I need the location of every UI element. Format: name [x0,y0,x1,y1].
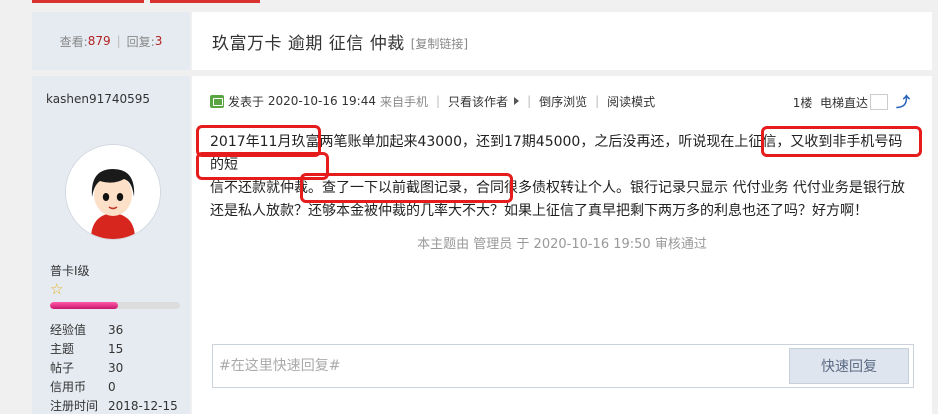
replies-label: 回复: [126,34,155,49]
user-rank: 普卡I级 [50,264,90,278]
audit-notice: 本主题由 管理员 于 2020-10-16 19:50 审核通过 [417,237,707,252]
stat-exp: 经验值 36 [50,323,124,337]
quick-reply-box: 快速回复 [212,344,914,388]
views-label: 查看: [59,34,88,49]
author-panel: kashen91740595 普卡I级 ☆ 经验值 36 主题 15 帖子 30 信用… [32,76,190,414]
post-icon [210,94,224,108]
stat-register-date: 注册时间 2018-12-15 [50,399,178,413]
star-icon: ☆ [50,280,64,298]
top-tab-1[interactable] [32,0,144,3]
top-tab-2[interactable] [150,0,260,3]
avatar-image [66,145,160,239]
author-name[interactable]: kashen91740595 [46,92,150,106]
floor-jump-input[interactable] [870,94,888,110]
replies-count: 3 [154,34,163,48]
views-count: 879 [87,34,111,48]
post-meta: 发表于 2020-10-16 19:44 来自手机 | 只看该作者 | 倒序浏览… [210,92,910,112]
floor-number: 1楼 [792,95,813,110]
floor-nav: 1楼 电梯直达 ⤴ [793,92,910,112]
post-body: 发表于 2020-10-16 19:44 来自手机 | 只看该作者 | 倒序浏览… [192,76,932,414]
posted-prefix: 发表于 [228,94,265,109]
quick-reply-input[interactable] [217,345,791,387]
thread-title: 玖富万卡 逾期 征信 仲裁 [212,33,405,54]
quick-reply-button[interactable]: 快速回复 [789,348,909,384]
stat-topics: 主题 15 [50,342,124,356]
read-mode-link[interactable]: 阅读模式 [607,93,655,110]
highlight-box-4 [300,173,513,203]
post-line-3: 还是私人放款？还够本金被仲裁的几率大不大？如果上征信了真早把剩下两万多的利息也还… [210,203,868,219]
posted-time: 2020-10-16 19:44 [267,94,376,108]
only-author-link[interactable]: 只看该作者 [448,93,508,110]
thread-stats: 查看: 879 | 回复: 3 [32,12,190,70]
stat-posts: 帖子 30 [50,361,124,375]
stat-credit: 信用币 0 [50,380,116,394]
arrow-right-icon [514,97,520,105]
experience-bar-fill [50,302,118,309]
elevator-label: 电梯直达 [819,95,868,110]
stats-divider: | [116,34,121,48]
avatar[interactable] [65,144,161,240]
highlight-box-2 [761,126,922,157]
jump-icon[interactable]: ⤴ [896,92,910,112]
copy-link[interactable]: [复制链接] [411,35,468,52]
post-source: 来自手机 [379,94,428,109]
experience-bar [50,302,180,309]
reverse-order-link[interactable]: 倒序浏览 [539,93,587,110]
thread-title-bar: 玖富万卡 逾期 征信 仲裁 [复制链接] [192,12,932,70]
